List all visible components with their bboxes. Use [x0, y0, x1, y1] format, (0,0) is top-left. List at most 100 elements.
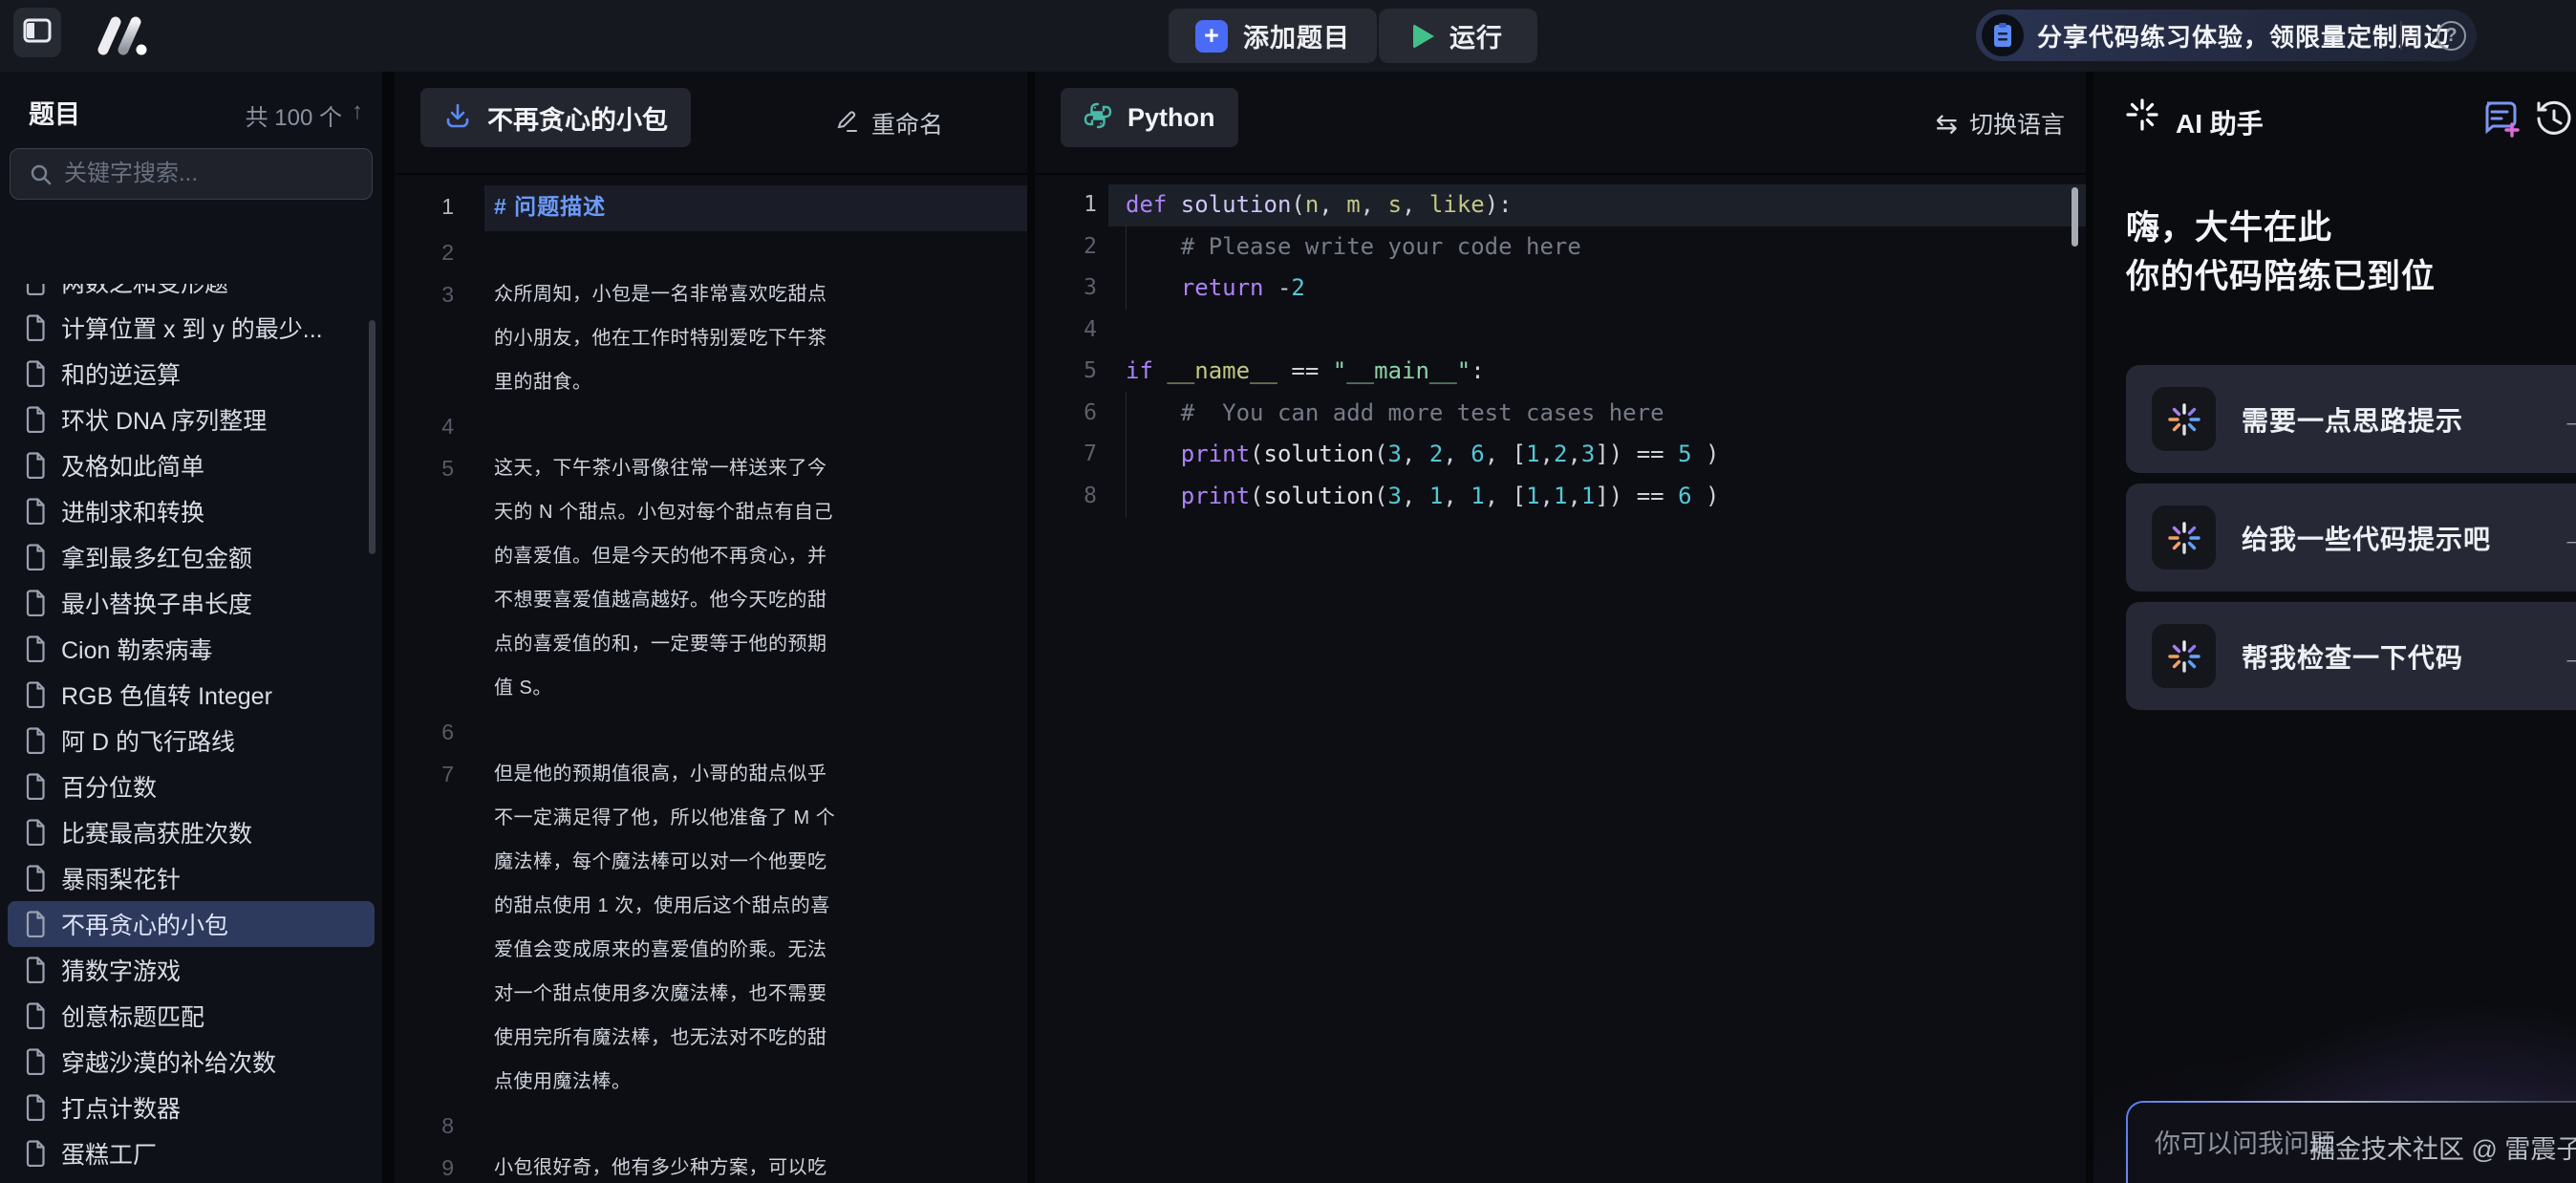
code-line-content: print(solution(3, 2, 6, [1,2,3]) == 5 )	[1108, 434, 2086, 476]
markdown-line: 7但是他的预期值很高，小哥的甜点似乎不一定满足得了他，所以他准备了 M 个魔法棒…	[395, 753, 1027, 1105]
list-item[interactable]: 打点计数器	[8, 1085, 375, 1130]
markdown-line-content: # 问题描述	[484, 185, 1027, 231]
list-item[interactable]: 环状 DNA 序列整理	[8, 397, 375, 442]
app-logo[interactable]	[94, 13, 157, 62]
list-item[interactable]: 及格如此简单	[8, 442, 375, 488]
list-item-label: 不再贪心的小包	[61, 907, 228, 941]
toggle-sidebar-button[interactable]	[13, 8, 61, 57]
code-line-content: # Please write your code here	[1108, 226, 2086, 269]
list-item-label: 和的逆运算	[61, 356, 181, 391]
code-editor[interactable]: 1 def solution(n, m, s, like):2 # Please …	[1035, 177, 2086, 1183]
markdown-editor[interactable]: 1 # 问题描述23 众所周知，小包是一名非常喜欢吃甜点的小朋友，他在工作时特别爱吃…	[395, 177, 1027, 1183]
sparkle-burst-icon	[2152, 387, 2216, 451]
indent-guide	[1126, 226, 1127, 310]
history-icon[interactable]	[2535, 99, 2573, 142]
list-item-label: 进制求和转换	[61, 494, 204, 528]
help-button[interactable]	[2436, 21, 2466, 51]
run-button[interactable]: 运行	[1379, 9, 1537, 63]
markdown-line: 4	[395, 405, 1027, 447]
list-item[interactable]: 蛋糕工厂	[8, 1130, 375, 1176]
ai-suggestion-card[interactable]: 帮我检查一下代码	[2126, 602, 2576, 710]
line-number: 3	[395, 273, 454, 405]
list-item[interactable]: 猜数字游戏	[8, 947, 375, 993]
list-item[interactable]: 最小替换子串长度	[8, 580, 375, 626]
list-item[interactable]: 比赛最高获胜次数	[8, 809, 375, 855]
list-item[interactable]: 穿越沙漠的补给次数	[8, 1039, 375, 1085]
list-item[interactable]: 阿 D 的飞行路线	[8, 718, 375, 764]
code-editor-panel: Python 切换语言 1 def solution(n, m, s, like)…	[1035, 72, 2086, 1183]
sparkle-burst-icon	[2152, 624, 2216, 688]
markdown-line-content: 这天，下午茶小哥像往常一样送来了今天的 N 个甜点。小包对每个甜点有自己的喜爱值…	[484, 447, 843, 711]
problem-list: 两数之和变形题 计算位置 x 到 y 的最少... 和的逆运算 环状 DNA 序…	[0, 284, 382, 1183]
list-item[interactable]: SQL 代码补全	[8, 1176, 375, 1183]
line-number: 5	[1035, 351, 1097, 393]
code-line: 3 return -2	[1035, 268, 2086, 310]
ai-suggestion-label: 需要一点思路提示	[2242, 400, 2463, 439]
problem-count: 共 100 个	[246, 98, 363, 132]
clipboard-icon	[1982, 14, 2024, 56]
language-tab[interactable]: Python	[1061, 88, 1238, 147]
rename-button[interactable]: 重命名	[835, 72, 943, 175]
list-item[interactable]: 进制求和转换	[8, 488, 375, 534]
line-number: 1	[1035, 184, 1097, 226]
list-item[interactable]: 暴雨梨花针	[8, 855, 375, 901]
markdown-text: 众所周知，小包是一名非常喜欢吃甜点的小朋友，他在工作时特别爱吃下午茶里的甜食。	[494, 284, 827, 393]
sidebar-scrollbar[interactable]	[369, 320, 376, 554]
ai-suggestion-label: 帮我检查一下代码	[2242, 637, 2463, 676]
list-item[interactable]: 计算位置 x 到 y 的最少...	[8, 305, 375, 351]
list-item-label: 两数之和变形题	[61, 284, 228, 299]
list-item[interactable]: 百分位数	[8, 764, 375, 809]
ai-suggestion-card[interactable]: 给我一些代码提示吧	[2126, 484, 2576, 592]
line-number: 8	[395, 1105, 454, 1147]
line-number: 4	[1035, 310, 1097, 352]
list-item[interactable]: Cion 勒索病毒	[8, 626, 375, 672]
list-item[interactable]: 两数之和变形题	[8, 284, 375, 305]
add-problem-label: 添加题目	[1243, 17, 1350, 54]
ai-question-input[interactable]	[2155, 1124, 2576, 1164]
problem-description-panel: 不再贪心的小包 重命名 1 # 问题描述23 众所周知，小包是一名非常喜欢吃甜点的小…	[395, 72, 1027, 1183]
new-chat-icon[interactable]	[2479, 97, 2522, 144]
line-number: 8	[1035, 476, 1097, 518]
switch-language-button[interactable]: 切换语言	[1936, 72, 2065, 175]
ai-greeting-line1: 嗨，大牛在此	[2126, 204, 2436, 252]
markdown-line-content	[484, 405, 843, 447]
ai-greeting: 嗨，大牛在此 你的代码陪练已到位	[2126, 204, 2436, 301]
list-item[interactable]: 和的逆运算	[8, 351, 375, 397]
description-header: 不再贪心的小包 重命名	[395, 72, 1027, 175]
arrow-right-icon	[2561, 638, 2576, 674]
run-label: 运行	[1449, 17, 1503, 54]
list-item-label: 比赛最高获胜次数	[61, 815, 252, 850]
code-scrollbar[interactable]	[2072, 187, 2078, 247]
list-item[interactable]: 拿到最多红包金额	[8, 534, 375, 580]
list-item-label: Cion 勒索病毒	[61, 632, 212, 666]
markdown-line: 8	[395, 1105, 1027, 1147]
markdown-text: 但是他的预期值很高，小哥的甜点似乎不一定满足得了他，所以他准备了 M 个魔法棒，…	[494, 764, 835, 1092]
problem-title-tab[interactable]: 不再贪心的小包	[420, 88, 691, 147]
ai-input-inner: 掘金技术社区 @ 雷震子	[2128, 1103, 2576, 1183]
list-item-label: 阿 D 的飞行路线	[61, 723, 235, 758]
markdown-line-content	[484, 711, 843, 753]
ai-assistant-panel: AI 助手 嗨，大牛在此 你的代码陪练已到位	[2093, 72, 2576, 1183]
markdown-line: 2	[395, 231, 1027, 273]
list-item-label: 拿到最多红包金额	[61, 540, 252, 574]
list-item-selected[interactable]: 不再贪心的小包	[8, 901, 375, 947]
plus-icon	[1195, 20, 1228, 53]
arrow-up-icon[interactable]	[352, 98, 363, 132]
line-number: 1	[395, 185, 454, 231]
code-line: 6 # You can add more test cases here	[1035, 393, 2086, 435]
search-input[interactable]	[64, 149, 365, 199]
markdown-line: 3 众所周知，小包是一名非常喜欢吃甜点的小朋友，他在工作时特别爱吃下午茶里的甜食。	[395, 273, 1027, 405]
line-number: 7	[1035, 434, 1097, 476]
markdown-text: 小包很好奇，他有多少种方案，可以吃到喜爱值刚好为他的预期值的甜点。如果 2 种方…	[494, 1157, 830, 1183]
add-problem-button[interactable]: 添加题目	[1169, 9, 1377, 63]
markdown-line: 5这天，下午茶小哥像往常一样送来了今天的 N 个甜点。小包对每个甜点有自己的喜爱…	[395, 447, 1027, 711]
list-item[interactable]: RGB 色值转 Integer	[8, 672, 375, 718]
indent-guide	[1126, 392, 1127, 517]
list-item[interactable]: 创意标题匹配	[8, 993, 375, 1039]
code-line: 2 # Please write your code here	[1035, 226, 2086, 269]
ai-suggestion-card[interactable]: 需要一点思路提示	[2126, 365, 2576, 473]
topbar: 添加题目 运行 分享代码练习体验，领限量定制周边	[0, 0, 2576, 72]
line-number: 7	[395, 753, 454, 1105]
code-line-content: def solution(n, m, s, like):	[1108, 184, 2086, 226]
list-item-label: 穿越沙漠的补给次数	[61, 1044, 276, 1079]
